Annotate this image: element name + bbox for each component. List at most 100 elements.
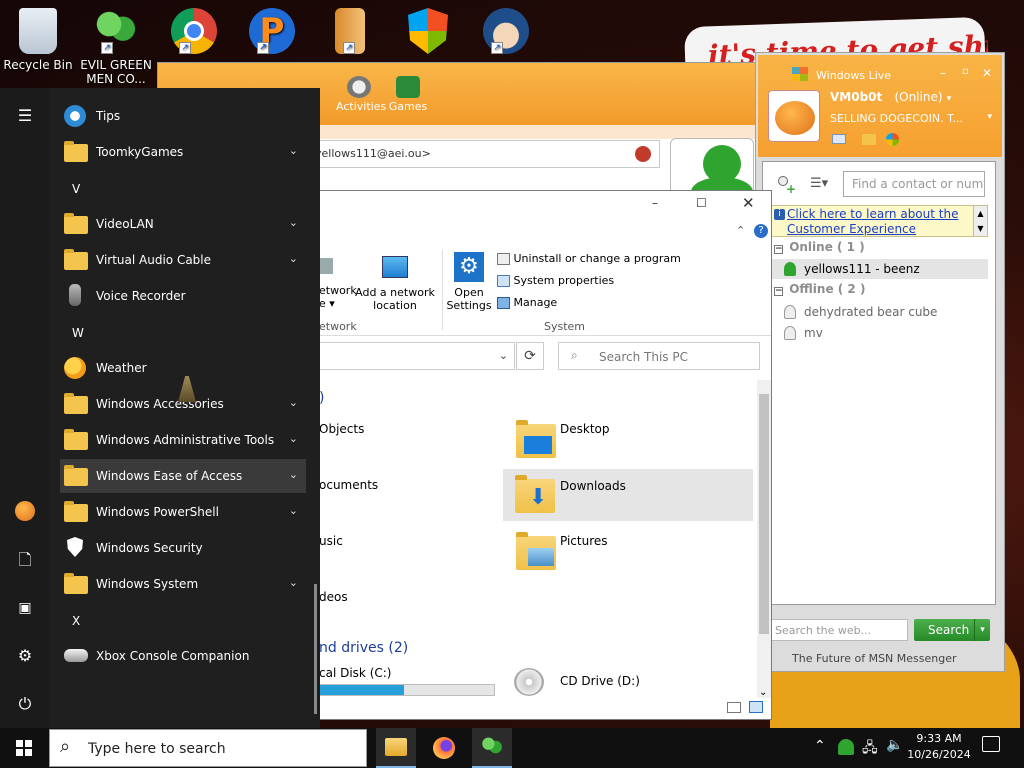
taskbar-messenger[interactable]: [472, 728, 512, 768]
games-button[interactable]: Games: [388, 76, 428, 113]
start-item-windows-administrative-tools[interactable]: Windows Administrative Tools ⌄: [60, 423, 306, 457]
tray-messenger-icon[interactable]: [838, 739, 854, 755]
explorer-search-input[interactable]: ⌕ Search This PC: [558, 342, 760, 370]
start-item-videolan[interactable]: VideoLAN ⌄: [60, 207, 306, 241]
user-avatar[interactable]: [15, 501, 35, 521]
contact-list-options-icon[interactable]: ☰▾: [810, 176, 828, 191]
network-drive-icon: [319, 258, 333, 274]
close-button[interactable]: ✕: [742, 194, 755, 212]
map-network-drive-button[interactable]: etwork e ▾: [319, 258, 357, 318]
folder-item-pictures[interactable]: Pictures: [506, 526, 752, 576]
close-button[interactable]: ✕: [982, 66, 992, 80]
start-item-windows-security[interactable]: Windows Security: [60, 531, 306, 565]
spaces-icon[interactable]: [886, 133, 899, 146]
hamburger-menu-icon[interactable]: ☰: [14, 105, 36, 127]
contact-item[interactable]: yellows111 - beenz: [770, 259, 988, 279]
desktop-icon-paint[interactable]: P ↗: [234, 4, 310, 58]
drive-item-d[interactable]: CD Drive (D:): [514, 666, 744, 698]
drive-item-c[interactable]: cal Disk (C:): [319, 666, 499, 698]
start-item-weather[interactable]: Weather: [60, 351, 306, 385]
volume-icon[interactable]: 🔈: [886, 737, 903, 753]
maximize-button[interactable]: ☐: [696, 196, 707, 210]
folder-item-3d-objects[interactable]: Objects: [319, 422, 364, 436]
desktop-icon-bag-app[interactable]: ↗: [312, 4, 388, 58]
details-view-icon[interactable]: [727, 702, 741, 713]
folder-item-videos[interactable]: deos: [319, 590, 348, 604]
ribbon-collapse[interactable]: ⌃: [736, 224, 745, 237]
add-network-location-button[interactable]: Add a network location: [355, 256, 435, 318]
desktop-icon-recycle-bin[interactable]: Recycle Bin: [0, 4, 76, 72]
customer-experience-banner[interactable]: i Click here to learn about the Customer…: [770, 205, 988, 237]
manage-button[interactable]: Manage: [497, 296, 557, 309]
contact-search-input[interactable]: Find a contact or number...: [843, 171, 985, 197]
add-contact-icon[interactable]: +: [776, 174, 796, 195]
start-letter-v[interactable]: V: [72, 182, 80, 196]
block-icon[interactable]: [635, 146, 651, 162]
mail-icon[interactable]: [832, 134, 846, 144]
web-search-button[interactable]: Search ▾: [914, 619, 990, 641]
minimize-button[interactable]: –: [940, 66, 946, 80]
start-item-voice-recorder[interactable]: Voice Recorder: [60, 279, 306, 313]
contact-item[interactable]: mv: [770, 323, 988, 343]
folder-item-desktop[interactable]: Desktop: [506, 414, 752, 464]
chevron-down-icon[interactable]: ▾: [947, 94, 952, 104]
show-hidden-icons[interactable]: ⌃: [814, 738, 826, 754]
network-icon[interactable]: 🖧: [862, 737, 878, 761]
desktop-icon-evil-green-men[interactable]: ↗ EVIL GREEN MEN CO...: [78, 4, 154, 86]
chevron-down-icon: ⌄: [288, 432, 298, 445]
start-letter-w[interactable]: W: [72, 326, 84, 340]
start-item-virtual-audio-cable[interactable]: Virtual Audio Cable ⌄: [60, 243, 306, 277]
clock[interactable]: 9:33 AM 10/26/2024: [906, 731, 972, 763]
taskbar-search-input[interactable]: ⌕ Type here to search: [49, 729, 367, 767]
taskbar-file-explorer[interactable]: [376, 728, 416, 768]
refresh-button[interactable]: ⟳: [516, 342, 544, 370]
chevron-down-icon[interactable]: ▾: [987, 112, 992, 122]
chevron-down-icon[interactable]: ⌄: [759, 687, 767, 698]
start-scrollbar[interactable]: [314, 584, 317, 714]
documents-icon[interactable]: 🗋: [14, 549, 36, 571]
start-item-windows-powershell[interactable]: Windows PowerShell ⌄: [60, 495, 306, 529]
pictures-icon[interactable]: ▣: [14, 597, 36, 619]
start-item-xbox-console-companion[interactable]: Xbox Console Companion: [60, 639, 306, 673]
desktop-icon-anime[interactable]: ↗: [468, 4, 544, 58]
contact-item[interactable]: dehydrated bear cube: [770, 302, 988, 322]
start-item-windows-system[interactable]: Windows System ⌄: [60, 567, 306, 601]
folder-item-documents[interactable]: ocuments: [319, 478, 378, 492]
desktop-icon-chrome[interactable]: ↗: [156, 4, 232, 58]
activities-button[interactable]: Activities: [336, 76, 386, 113]
messenger-username[interactable]: VM0b0t (Online) ▾: [830, 90, 951, 104]
group-offline-header[interactable]: − Offline ( 2 ): [770, 282, 988, 300]
group-online-header[interactable]: − Online ( 1 ): [770, 240, 988, 258]
banner-scroll[interactable]: ▲ ▼: [973, 206, 987, 236]
desktop-icon-windows[interactable]: [390, 4, 466, 58]
folder-item-downloads[interactable]: ⬇ Downloads: [503, 469, 753, 521]
drives-header: nd drives (2): [319, 640, 409, 656]
open-settings-button[interactable]: ⚙ Open Settings: [445, 252, 493, 316]
power-icon[interactable]: ⏻: [14, 693, 36, 715]
personal-message[interactable]: SELLING DOGECOIN. T... ▾: [830, 112, 996, 125]
maximize-button[interactable]: ▫: [962, 66, 969, 77]
settings-gear-icon[interactable]: ⚙: [14, 645, 36, 667]
notifications-icon[interactable]: [982, 736, 1000, 752]
address-bar[interactable]: ⌄: [319, 342, 515, 370]
web-search-input[interactable]: Search the web...: [770, 619, 908, 641]
start-letter-x[interactable]: X: [72, 614, 80, 628]
help-icon[interactable]: ?: [754, 224, 768, 238]
customer-experience-link[interactable]: Click here to learn about the Customer E…: [787, 207, 973, 237]
folder-icon[interactable]: [862, 134, 876, 145]
start-item-windows-ease-of-access[interactable]: Windows Ease of Access ⌄: [60, 459, 306, 493]
folder-item-music[interactable]: usic: [319, 534, 343, 548]
start-item-toomkygames[interactable]: ToomkyGames ⌄: [60, 135, 306, 169]
explorer-scrollbar[interactable]: ⌄: [757, 380, 771, 698]
chevron-down-icon[interactable]: ⌄: [499, 349, 508, 362]
start-item-tips[interactable]: Tips: [60, 99, 306, 133]
avatar[interactable]: [768, 90, 820, 142]
minimize-button[interactable]: –: [652, 196, 658, 210]
start-button[interactable]: [0, 728, 48, 768]
folder-icon: [64, 141, 88, 162]
system-properties-button[interactable]: System properties: [497, 274, 614, 287]
taskbar-firefox[interactable]: [424, 728, 464, 768]
uninstall-button[interactable]: Uninstall or change a program: [497, 252, 681, 265]
chevron-down-icon[interactable]: ▾: [974, 619, 990, 641]
large-icons-view-icon[interactable]: [749, 701, 763, 713]
